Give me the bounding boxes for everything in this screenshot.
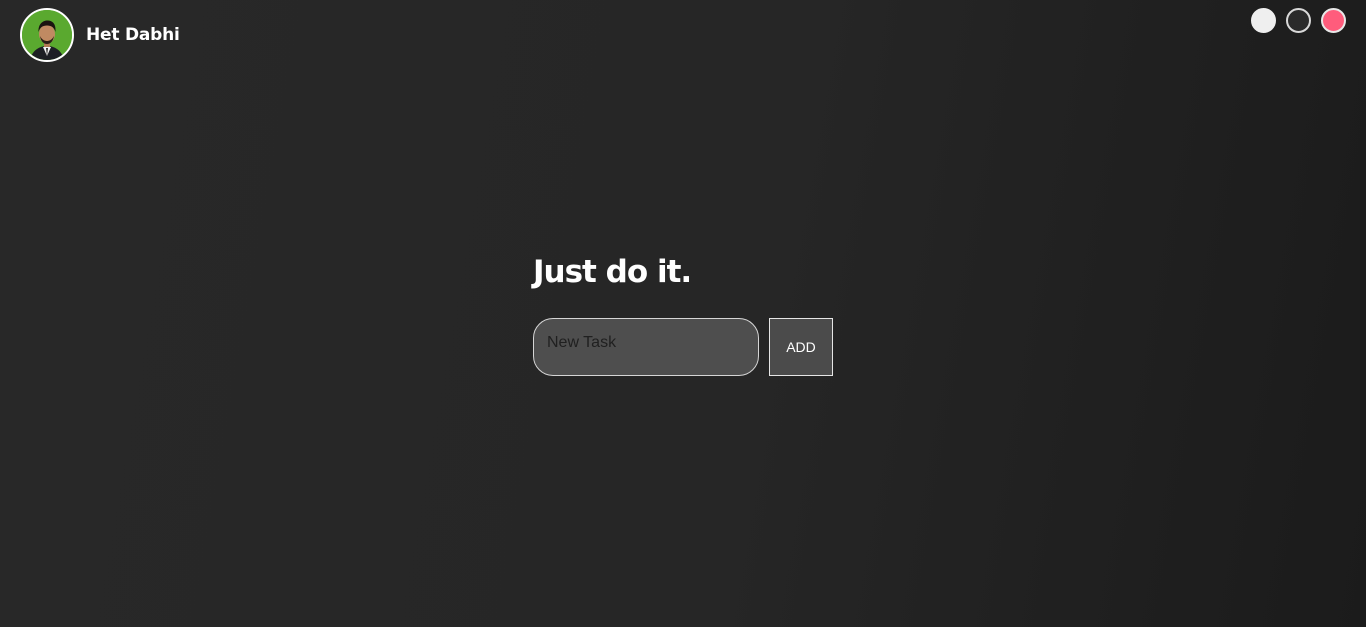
profile: Het Dabhi bbox=[20, 8, 180, 62]
task-form: ADD bbox=[533, 318, 833, 376]
main-content: Just do it. ADD bbox=[533, 250, 833, 376]
add-task-button[interactable]: ADD bbox=[769, 318, 833, 376]
theme-standard-button[interactable] bbox=[1251, 8, 1276, 33]
person-photo-icon bbox=[22, 10, 72, 60]
avatar bbox=[20, 8, 74, 62]
theme-light-button[interactable] bbox=[1286, 8, 1311, 33]
profile-name: Het Dabhi bbox=[86, 25, 180, 45]
page-title: Just do it. bbox=[533, 254, 692, 290]
new-task-input[interactable] bbox=[533, 318, 759, 376]
theme-switcher bbox=[1251, 8, 1346, 33]
theme-darker-button[interactable] bbox=[1321, 8, 1346, 33]
